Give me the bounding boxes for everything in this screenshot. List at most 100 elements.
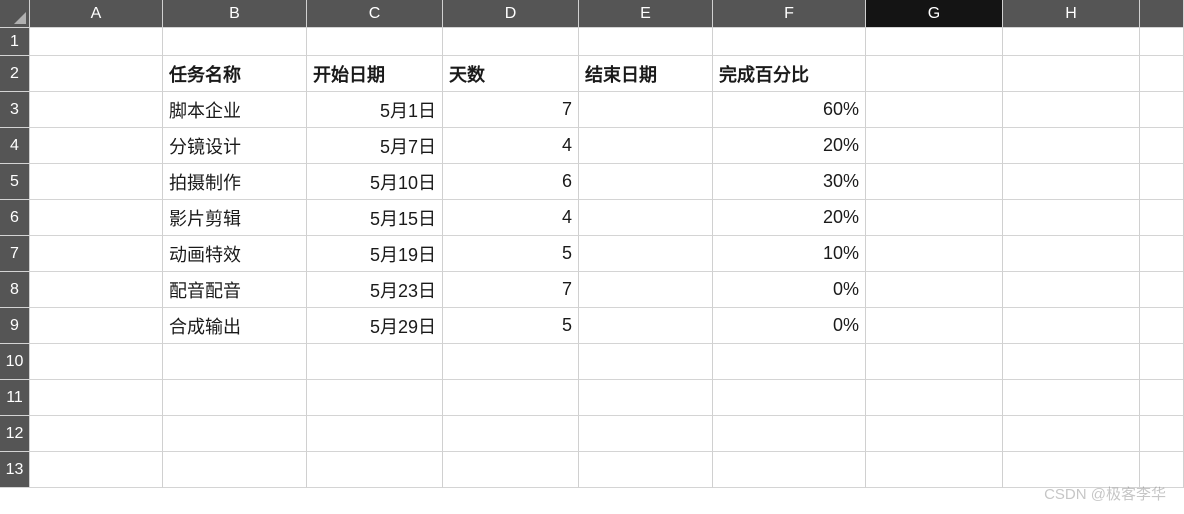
cell-G3[interactable] xyxy=(866,92,1003,128)
cell-D3[interactable]: 7 xyxy=(443,92,579,128)
cell-A11[interactable] xyxy=(30,380,163,416)
cell-C10[interactable] xyxy=(307,344,443,380)
cell-C12[interactable] xyxy=(307,416,443,452)
cell-B3[interactable]: 脚本企业 xyxy=(163,92,307,128)
cell-A1[interactable] xyxy=(30,28,163,56)
cell-A4[interactable] xyxy=(30,128,163,164)
cell-F11[interactable] xyxy=(713,380,866,416)
row-header-2[interactable]: 2 xyxy=(0,56,30,92)
cell-B7[interactable]: 动画特效 xyxy=(163,236,307,272)
cell-C3[interactable]: 5月1日 xyxy=(307,92,443,128)
cell-G10[interactable] xyxy=(866,344,1003,380)
cell-F10[interactable] xyxy=(713,344,866,380)
cell-F3[interactable]: 60% xyxy=(713,92,866,128)
cell-A6[interactable] xyxy=(30,200,163,236)
cell-G1[interactable] xyxy=(866,28,1003,56)
row-header-12[interactable]: 12 xyxy=(0,416,30,452)
cell-B4[interactable]: 分镜设计 xyxy=(163,128,307,164)
cell-A12[interactable] xyxy=(30,416,163,452)
cell-A8[interactable] xyxy=(30,272,163,308)
cell-E7[interactable] xyxy=(579,236,713,272)
row-header-11[interactable]: 11 xyxy=(0,380,30,416)
cell-H4[interactable] xyxy=(1003,128,1140,164)
cell-H9[interactable] xyxy=(1003,308,1140,344)
cell-E5[interactable] xyxy=(579,164,713,200)
cell-extra-2[interactable] xyxy=(1140,56,1184,92)
cell-H8[interactable] xyxy=(1003,272,1140,308)
cell-A13[interactable] xyxy=(30,452,163,488)
col-header-A[interactable]: A xyxy=(30,0,163,28)
cell-A3[interactable] xyxy=(30,92,163,128)
cell-H11[interactable] xyxy=(1003,380,1140,416)
row-header-5[interactable]: 5 xyxy=(0,164,30,200)
cell-B5[interactable]: 拍摄制作 xyxy=(163,164,307,200)
cell-C4[interactable]: 5月7日 xyxy=(307,128,443,164)
cell-H13[interactable] xyxy=(1003,452,1140,488)
col-header-E[interactable]: E xyxy=(579,0,713,28)
row-header-3[interactable]: 3 xyxy=(0,92,30,128)
cell-extra-10[interactable] xyxy=(1140,344,1184,380)
cell-F6[interactable]: 20% xyxy=(713,200,866,236)
row-header-1[interactable]: 1 xyxy=(0,28,30,56)
cell-E8[interactable] xyxy=(579,272,713,308)
row-header-8[interactable]: 8 xyxy=(0,272,30,308)
cell-B2[interactable]: 任务名称 xyxy=(163,56,307,92)
cell-B13[interactable] xyxy=(163,452,307,488)
cell-A2[interactable] xyxy=(30,56,163,92)
cell-D8[interactable]: 7 xyxy=(443,272,579,308)
cell-A10[interactable] xyxy=(30,344,163,380)
cell-C13[interactable] xyxy=(307,452,443,488)
cell-C9[interactable]: 5月29日 xyxy=(307,308,443,344)
row-header-13[interactable]: 13 xyxy=(0,452,30,488)
cell-E9[interactable] xyxy=(579,308,713,344)
cell-E10[interactable] xyxy=(579,344,713,380)
cell-H5[interactable] xyxy=(1003,164,1140,200)
cell-A9[interactable] xyxy=(30,308,163,344)
cell-D6[interactable]: 4 xyxy=(443,200,579,236)
cell-B10[interactable] xyxy=(163,344,307,380)
col-header-C[interactable]: C xyxy=(307,0,443,28)
cell-C11[interactable] xyxy=(307,380,443,416)
cell-extra-5[interactable] xyxy=(1140,164,1184,200)
cell-E4[interactable] xyxy=(579,128,713,164)
cell-D2[interactable]: 天数 xyxy=(443,56,579,92)
cell-A7[interactable] xyxy=(30,236,163,272)
cell-G13[interactable] xyxy=(866,452,1003,488)
cell-C8[interactable]: 5月23日 xyxy=(307,272,443,308)
select-all-corner[interactable] xyxy=(0,0,30,28)
cell-extra-13[interactable] xyxy=(1140,452,1184,488)
cell-F7[interactable]: 10% xyxy=(713,236,866,272)
cell-H7[interactable] xyxy=(1003,236,1140,272)
cell-C7[interactable]: 5月19日 xyxy=(307,236,443,272)
cell-G2[interactable] xyxy=(866,56,1003,92)
cell-extra-12[interactable] xyxy=(1140,416,1184,452)
cell-B9[interactable]: 合成输出 xyxy=(163,308,307,344)
cell-B1[interactable] xyxy=(163,28,307,56)
cell-C1[interactable] xyxy=(307,28,443,56)
cell-E3[interactable] xyxy=(579,92,713,128)
cell-D9[interactable]: 5 xyxy=(443,308,579,344)
cell-C6[interactable]: 5月15日 xyxy=(307,200,443,236)
spreadsheet-grid[interactable]: A B C D E F G H 1 2 任务名称 开始日期 天数 结束日期 完成… xyxy=(0,0,1184,488)
cell-C5[interactable]: 5月10日 xyxy=(307,164,443,200)
cell-B11[interactable] xyxy=(163,380,307,416)
cell-extra-9[interactable] xyxy=(1140,308,1184,344)
cell-G6[interactable] xyxy=(866,200,1003,236)
cell-F9[interactable]: 0% xyxy=(713,308,866,344)
cell-F5[interactable]: 30% xyxy=(713,164,866,200)
cell-E13[interactable] xyxy=(579,452,713,488)
cell-extra-1[interactable] xyxy=(1140,28,1184,56)
cell-G9[interactable] xyxy=(866,308,1003,344)
cell-C2[interactable]: 开始日期 xyxy=(307,56,443,92)
cell-H3[interactable] xyxy=(1003,92,1140,128)
cell-extra-8[interactable] xyxy=(1140,272,1184,308)
col-header-extra[interactable] xyxy=(1140,0,1184,28)
cell-D1[interactable] xyxy=(443,28,579,56)
row-header-6[interactable]: 6 xyxy=(0,200,30,236)
cell-extra-7[interactable] xyxy=(1140,236,1184,272)
cell-B6[interactable]: 影片剪辑 xyxy=(163,200,307,236)
cell-H6[interactable] xyxy=(1003,200,1140,236)
cell-H10[interactable] xyxy=(1003,344,1140,380)
cell-D11[interactable] xyxy=(443,380,579,416)
cell-A5[interactable] xyxy=(30,164,163,200)
